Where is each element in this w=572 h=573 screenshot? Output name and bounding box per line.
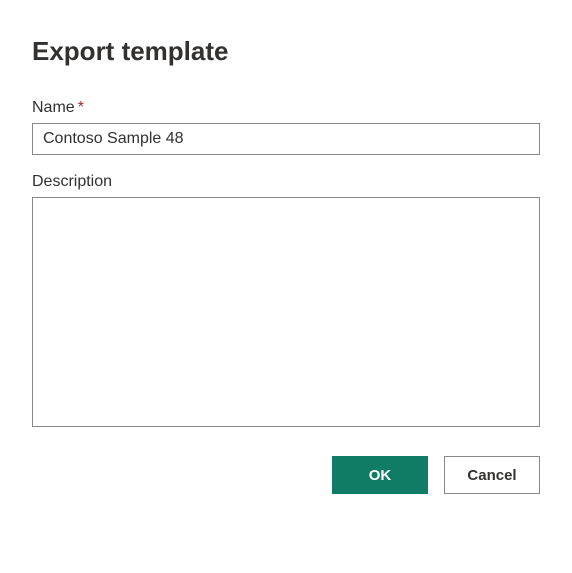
name-label-text: Name bbox=[32, 99, 75, 116]
name-input[interactable] bbox=[32, 123, 540, 155]
ok-button[interactable]: OK bbox=[332, 456, 428, 494]
required-marker: * bbox=[78, 99, 84, 116]
dialog-title: Export template bbox=[32, 36, 540, 67]
name-field-group: Name* bbox=[32, 99, 540, 155]
description-textarea[interactable] bbox=[32, 197, 540, 427]
cancel-button[interactable]: Cancel bbox=[444, 456, 540, 494]
button-row: OK Cancel bbox=[32, 456, 540, 494]
description-field-group: Description bbox=[32, 173, 540, 432]
name-label: Name* bbox=[32, 99, 540, 117]
description-label: Description bbox=[32, 173, 540, 191]
